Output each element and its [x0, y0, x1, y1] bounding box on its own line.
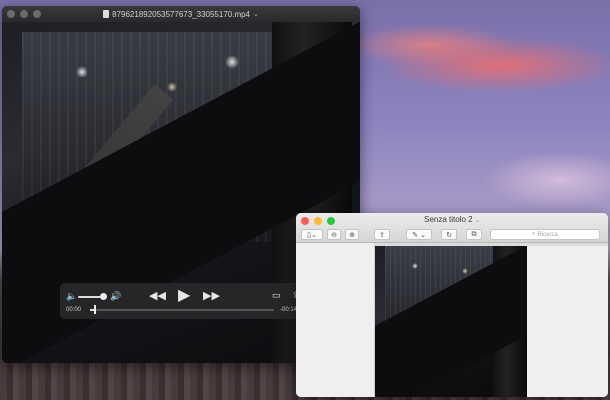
search-placeholder: Ricerca — [537, 231, 558, 238]
progress-bar[interactable] — [90, 309, 274, 311]
minimize-button[interactable] — [20, 10, 28, 18]
toolbox-icon: ⧉ — [471, 230, 477, 238]
zoom-out-button[interactable]: ⊖ — [327, 229, 341, 240]
document-icon — [103, 10, 110, 18]
volume-low-icon[interactable]: 🔈 — [66, 292, 77, 301]
toolbox-button[interactable]: ⧉ — [466, 229, 482, 240]
zoom-in-button[interactable]: ⊕ — [345, 229, 359, 240]
zoom-button[interactable] — [33, 10, 41, 18]
airplay-icon[interactable]: ▭ — [272, 291, 281, 300]
rotate-icon: ↻ — [446, 231, 452, 239]
document-name: Senza titolo 2 — [424, 215, 473, 224]
window-title: 8796218920535776​73_330551​70.mp4 ⌄ — [103, 10, 259, 19]
search-icon: ⌕ — [532, 231, 536, 237]
fast-forward-icon[interactable]: ▶▶ — [203, 291, 220, 302]
window-controls — [7, 10, 41, 18]
play-icon[interactable]: ▶ — [178, 288, 190, 304]
canvas-background — [527, 246, 608, 397]
playback-controls: 🔈 🔊 ◀◀ ▶ ▶▶ ▭ ⇪ 00:00 -00:14 — [60, 283, 306, 319]
rewind-icon[interactable]: ◀◀ — [149, 291, 166, 302]
zoom-in-icon: ⊕ — [349, 231, 355, 239]
volume-slider[interactable] — [78, 296, 102, 298]
close-button[interactable] — [7, 10, 15, 18]
title-bar[interactable]: 8796218920535776​73_330551​70.mp4 ⌄ — [2, 6, 360, 22]
time-remaining: -00:14 — [280, 307, 298, 313]
preview-window: Senza titolo 2 ⌄ ▯⌄ ⊖ ⊕ ⇪ ✎ ⌄ ↻ ⧉ ⌕ Rice… — [296, 213, 608, 397]
time-elapsed: 00:00 — [66, 307, 82, 313]
document-canvas[interactable] — [375, 243, 608, 397]
file-name: 8796218920535776​73_330551​70.mp4 — [112, 9, 251, 19]
zoom-out-icon: ⊖ — [331, 231, 337, 239]
markup-button[interactable]: ✎ ⌄ — [406, 229, 432, 240]
share-icon: ⇪ — [379, 231, 385, 239]
pen-icon: ✎ ⌄ — [412, 231, 426, 239]
volume-knob[interactable] — [100, 293, 107, 300]
sidebar-icon: ▯⌄ — [307, 231, 317, 239]
thumbnail-sidebar[interactable] — [296, 243, 375, 397]
image-content[interactable] — [375, 246, 527, 397]
volume-high-icon[interactable]: 🔊 — [110, 292, 121, 301]
sidebar-toggle-button[interactable]: ▯⌄ — [301, 229, 323, 240]
chevron-down-icon[interactable]: ⌄ — [253, 10, 259, 18]
playhead[interactable] — [94, 305, 96, 314]
search-field[interactable]: ⌕ Ricerca — [490, 229, 600, 240]
chevron-down-icon[interactable]: ⌄ — [475, 218, 480, 224]
title-bar[interactable]: Senza titolo 2 ⌄ ▯⌄ ⊖ ⊕ ⇪ ✎ ⌄ ↻ ⧉ ⌕ Rice… — [296, 213, 608, 243]
rotate-button[interactable]: ↻ — [441, 229, 457, 240]
window-title: Senza titolo 2 ⌄ — [296, 215, 608, 224]
share-button[interactable]: ⇪ — [374, 229, 390, 240]
